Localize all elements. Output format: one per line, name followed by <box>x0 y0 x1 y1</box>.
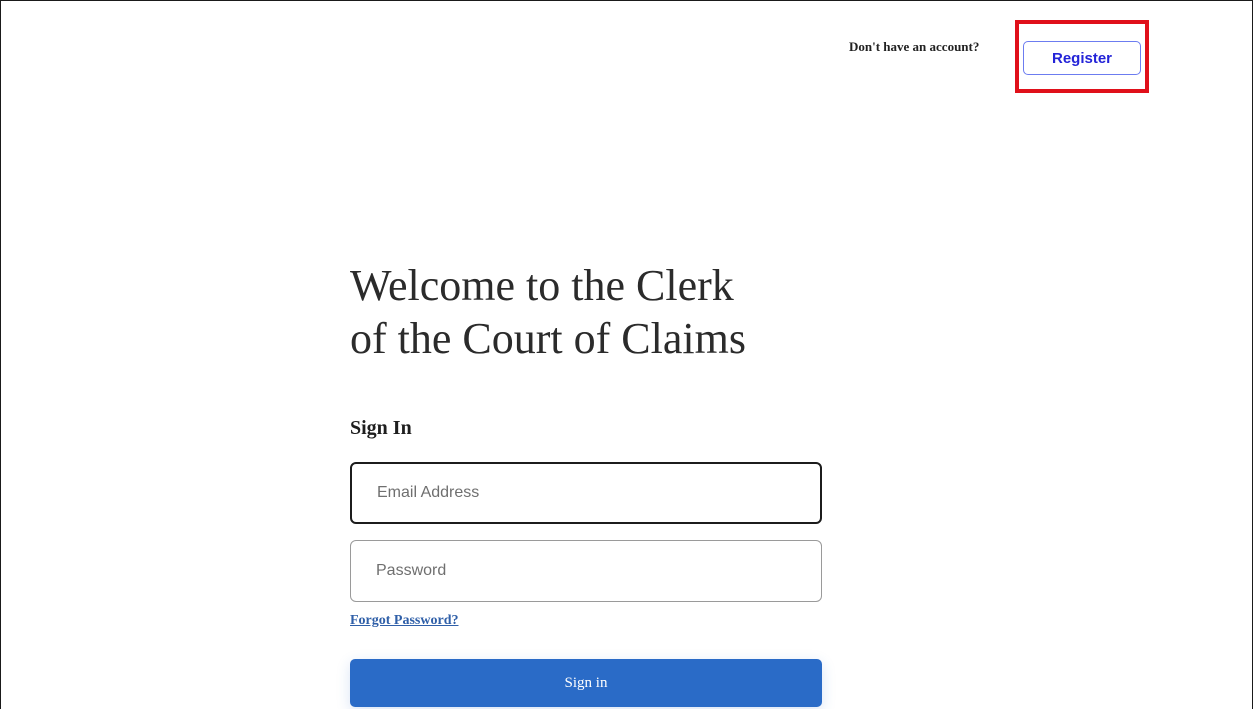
account-prompt-bar: Don't have an account? <box>849 39 979 55</box>
register-button[interactable]: Register <box>1023 41 1141 75</box>
signin-button[interactable]: Sign in <box>350 659 822 707</box>
page-title-line-2: of the Court of Claims <box>350 314 746 363</box>
signin-heading: Sign In <box>350 417 412 439</box>
password-field[interactable] <box>350 540 822 602</box>
forgot-password-link[interactable]: Forgot Password? <box>350 613 459 629</box>
page-title: Welcome to the Clerk of the Court of Cla… <box>350 259 830 365</box>
email-field[interactable] <box>350 462 822 524</box>
page-title-line-1: Welcome to the Clerk <box>350 261 734 310</box>
page-frame: Don't have an account? Register Welcome … <box>0 0 1253 709</box>
no-account-prompt: Don't have an account? <box>849 39 980 54</box>
